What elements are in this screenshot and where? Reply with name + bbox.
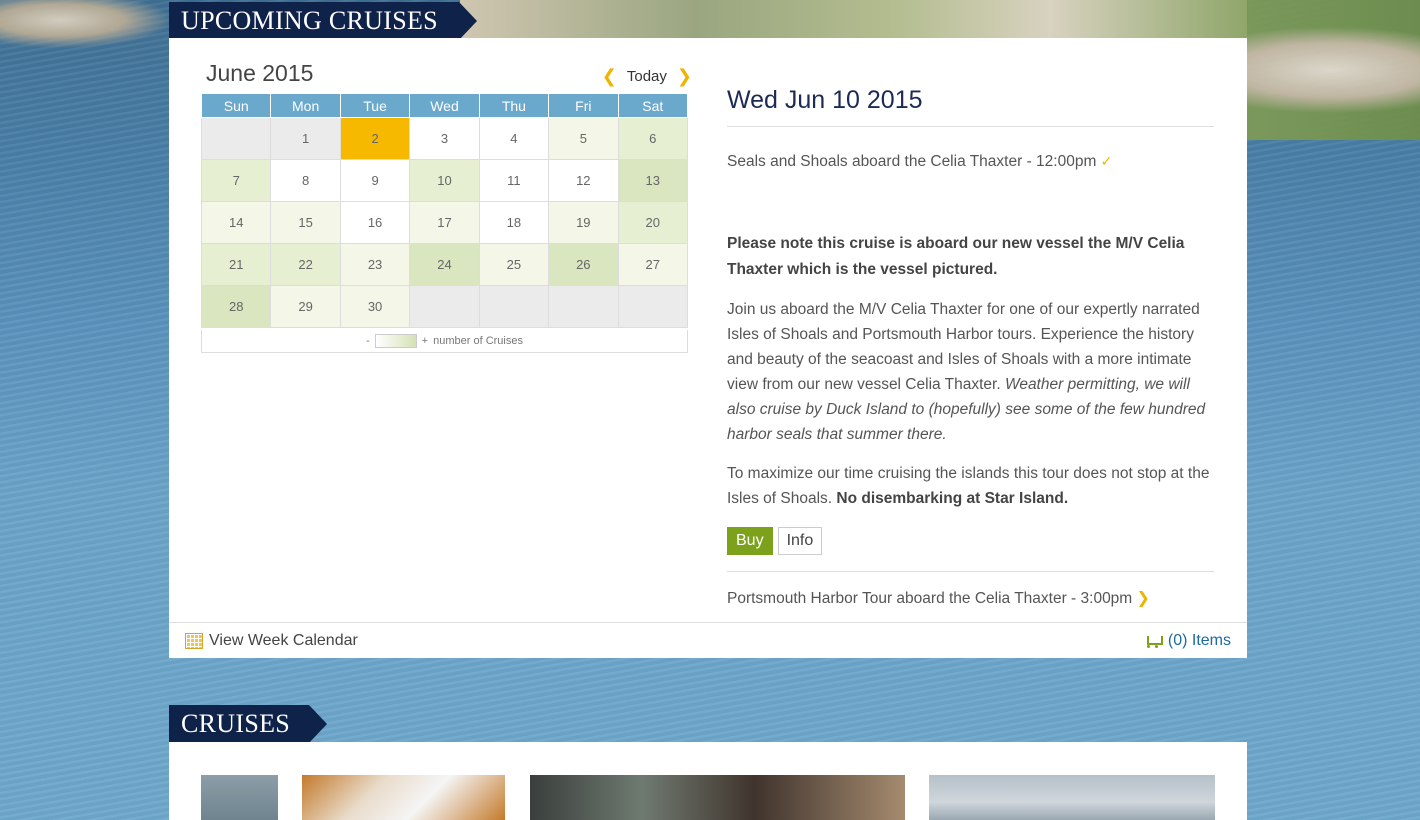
calendar-day: 1 — [270, 117, 341, 160]
calendar-day[interactable]: 22 — [270, 243, 341, 286]
calendar-day[interactable]: 12 — [548, 159, 619, 202]
calendar-header: June 2015 ❮ Today ❯ — [206, 60, 692, 90]
next-month-chevron-icon[interactable]: ❯ — [677, 66, 692, 87]
chevron-down-icon[interactable]: ✓ — [1101, 153, 1113, 169]
weekday-tue: Tue — [339, 93, 411, 118]
calendar-day[interactable]: 8 — [270, 159, 341, 202]
calendar-day[interactable]: 7 — [200, 159, 272, 202]
month-calendar: Sun Mon Tue Wed Thu Fri Sat 1 2 3 4 5 6 … — [200, 93, 689, 328]
info-button[interactable]: Info — [777, 527, 823, 555]
cart-label: (0) Items — [1167, 631, 1231, 649]
buy-button[interactable]: Buy — [727, 527, 773, 555]
calendar-day[interactable]: 20 — [617, 201, 689, 244]
calendar-day[interactable]: 17 — [409, 201, 480, 244]
calendar-day[interactable]: 23 — [339, 243, 411, 286]
header-photo-strip — [460, 0, 1247, 38]
prev-month-chevron-icon[interactable]: ❮ — [602, 66, 617, 87]
event-title: Seals and Shoals aboard the Celia Thaxte… — [727, 153, 1097, 170]
calendar-month-title: June 2015 — [206, 60, 314, 86]
chevron-right-icon[interactable]: ❯ — [1137, 590, 1150, 607]
upcoming-cruises-panel: June 2015 ❮ Today ❯ Sun Mon Tue Wed Thu … — [169, 38, 1247, 658]
calendar-day-today[interactable]: 2 — [339, 117, 411, 160]
calendar-day[interactable]: 24 — [409, 243, 480, 286]
calendar-day[interactable]: 3 — [409, 117, 480, 160]
cruise-thumbnail-image[interactable] — [302, 775, 505, 820]
upcoming-cruises-title: UPCOMING CRUISES — [181, 6, 438, 35]
cruises-panel — [169, 742, 1247, 820]
legend-minus: - — [366, 335, 370, 347]
cart-link[interactable]: (0) Items — [1144, 632, 1231, 650]
calendar-week-row: 28 29 30 — [200, 285, 689, 328]
legend-gradient-swatch — [374, 334, 417, 348]
weekday-thu: Thu — [478, 93, 550, 118]
weekday-fri: Fri — [548, 93, 619, 118]
calendar-day[interactable]: 9 — [339, 159, 411, 202]
calendar-day-empty — [409, 285, 480, 328]
today-link[interactable]: Today — [627, 68, 667, 85]
weekday-sun: Sun — [200, 93, 272, 118]
weekday-wed: Wed — [409, 93, 480, 118]
event-actions: Buy Info — [727, 527, 1214, 555]
cruises-heading: CRUISES — [169, 705, 327, 743]
cart-icon — [1144, 633, 1163, 649]
calendar-legend: - + number of Cruises — [201, 330, 688, 353]
calendar-week-row: 21 22 23 24 25 26 27 — [200, 243, 689, 286]
legend-plus: + — [421, 335, 429, 347]
upcoming-cruises-heading: UPCOMING CRUISES — [169, 2, 477, 40]
calendar-week-row: 7 8 9 10 11 12 13 — [200, 159, 689, 202]
calendar-day-empty — [200, 117, 272, 160]
event-description: Join us aboard the M/V Celia Thaxter for… — [727, 297, 1214, 447]
disembark-note: To maximize our time cruising the island… — [727, 461, 1214, 511]
calendar-day[interactable]: 28 — [200, 285, 272, 328]
cruises-title: CRUISES — [181, 709, 291, 738]
event-seals-and-shoals[interactable]: Seals and Shoals aboard the Celia Thaxte… — [727, 153, 1214, 171]
calendar-day-empty — [548, 285, 619, 328]
calendar-icon — [185, 632, 203, 649]
calendar-day[interactable]: 30 — [339, 285, 411, 328]
calendar-week-row: 14 15 16 17 18 19 20 — [200, 201, 689, 244]
calendar-day[interactable]: 19 — [548, 201, 619, 244]
calendar-day[interactable]: 6 — [617, 117, 689, 160]
calendar-day[interactable]: 21 — [200, 243, 272, 286]
calendar-day-empty — [478, 285, 550, 328]
selected-date-title: Wed Jun 10 2015 — [727, 86, 1214, 127]
view-week-calendar-link[interactable]: View Week Calendar — [185, 632, 358, 650]
event-detail: Wed Jun 10 2015 Seals and Shoals aboard … — [727, 86, 1214, 608]
week-calendar-label: View Week Calendar — [209, 631, 358, 649]
calendar-day[interactable]: 29 — [270, 285, 341, 328]
calendar-day[interactable]: 13 — [617, 159, 689, 202]
weekday-mon: Mon — [270, 93, 341, 118]
event-title: Portsmouth Harbor Tour aboard the Celia … — [727, 590, 1133, 607]
vessel-note: Please note this cruise is aboard our ne… — [727, 235, 1185, 278]
calendar-day[interactable]: 15 — [270, 201, 341, 244]
cruise-thumbnail-image[interactable] — [201, 775, 278, 820]
calendar-day[interactable]: 25 — [478, 243, 550, 286]
weekday-header-row: Sun Mon Tue Wed Thu Fri Sat — [200, 93, 689, 118]
panel-footer: View Week Calendar (0) Items — [169, 622, 1247, 658]
calendar-week-row: 1 2 3 4 5 6 — [200, 117, 689, 160]
legend-label: number of Cruises — [433, 335, 523, 347]
calendar-day[interactable]: 16 — [339, 201, 411, 244]
calendar-day[interactable]: 14 — [200, 201, 272, 244]
calendar-day-empty — [617, 285, 689, 328]
event-portsmouth-harbor-tour[interactable]: Portsmouth Harbor Tour aboard the Celia … — [727, 571, 1214, 608]
calendar-day[interactable]: 5 — [548, 117, 619, 160]
calendar-nav: ❮ Today ❯ — [602, 66, 692, 87]
calendar-day[interactable]: 4 — [478, 117, 550, 160]
cruise-thumbnail-image[interactable] — [929, 775, 1215, 820]
weekday-sat: Sat — [617, 93, 689, 118]
calendar-day[interactable]: 10 — [409, 159, 480, 202]
cruise-thumbnail-image[interactable] — [530, 775, 905, 820]
calendar-day[interactable]: 18 — [478, 201, 550, 244]
calendar-day[interactable]: 27 — [617, 243, 689, 286]
calendar-day[interactable]: 26 — [548, 243, 619, 286]
calendar-day[interactable]: 11 — [478, 159, 550, 202]
disembark-bold: No disembarking at Star Island. — [836, 490, 1069, 507]
